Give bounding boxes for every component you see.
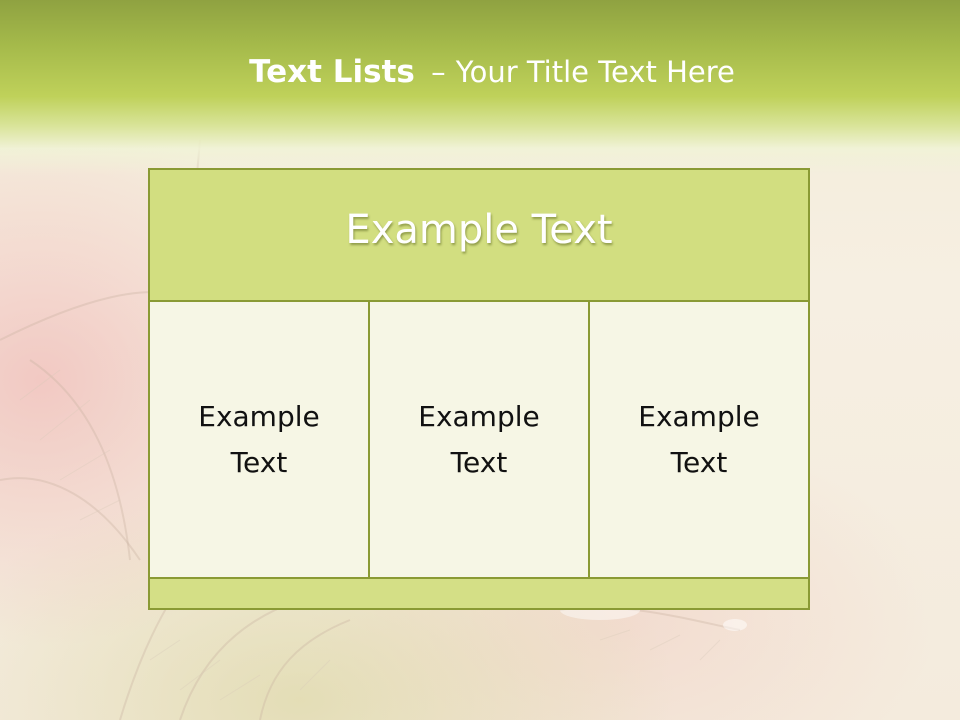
column-2-text: Example Text xyxy=(394,394,564,486)
column-2-line-1: Example xyxy=(418,399,540,433)
diagram-column-2: Example Text xyxy=(370,302,590,577)
column-1-line-1: Example xyxy=(198,399,320,433)
column-3-line-1: Example xyxy=(638,399,760,433)
diagram-header-text: Example Text xyxy=(345,207,613,253)
column-3-line-2: Text xyxy=(670,445,728,479)
title-subtext: Your Title Text Here xyxy=(455,55,735,89)
diagram-column-3: Example Text xyxy=(590,302,808,577)
column-1-text: Example Text xyxy=(174,394,344,486)
slide: Text Lists – Your Title Text Here Exampl… xyxy=(0,0,960,720)
title-bold-text: Text Lists xyxy=(249,54,415,90)
diagram-header-box: Example Text xyxy=(150,170,808,302)
title-separator: – xyxy=(431,55,446,89)
column-3-text: Example Text xyxy=(614,394,784,486)
diagram-column-1: Example Text xyxy=(150,302,370,577)
column-2-line-2: Text xyxy=(450,445,508,479)
text-list-diagram: Example Text Example Text Example Text E… xyxy=(148,168,810,610)
diagram-footer-bar xyxy=(150,577,808,608)
column-1-line-2: Text xyxy=(230,445,288,479)
slide-title: Text Lists – Your Title Text Here xyxy=(0,52,960,90)
